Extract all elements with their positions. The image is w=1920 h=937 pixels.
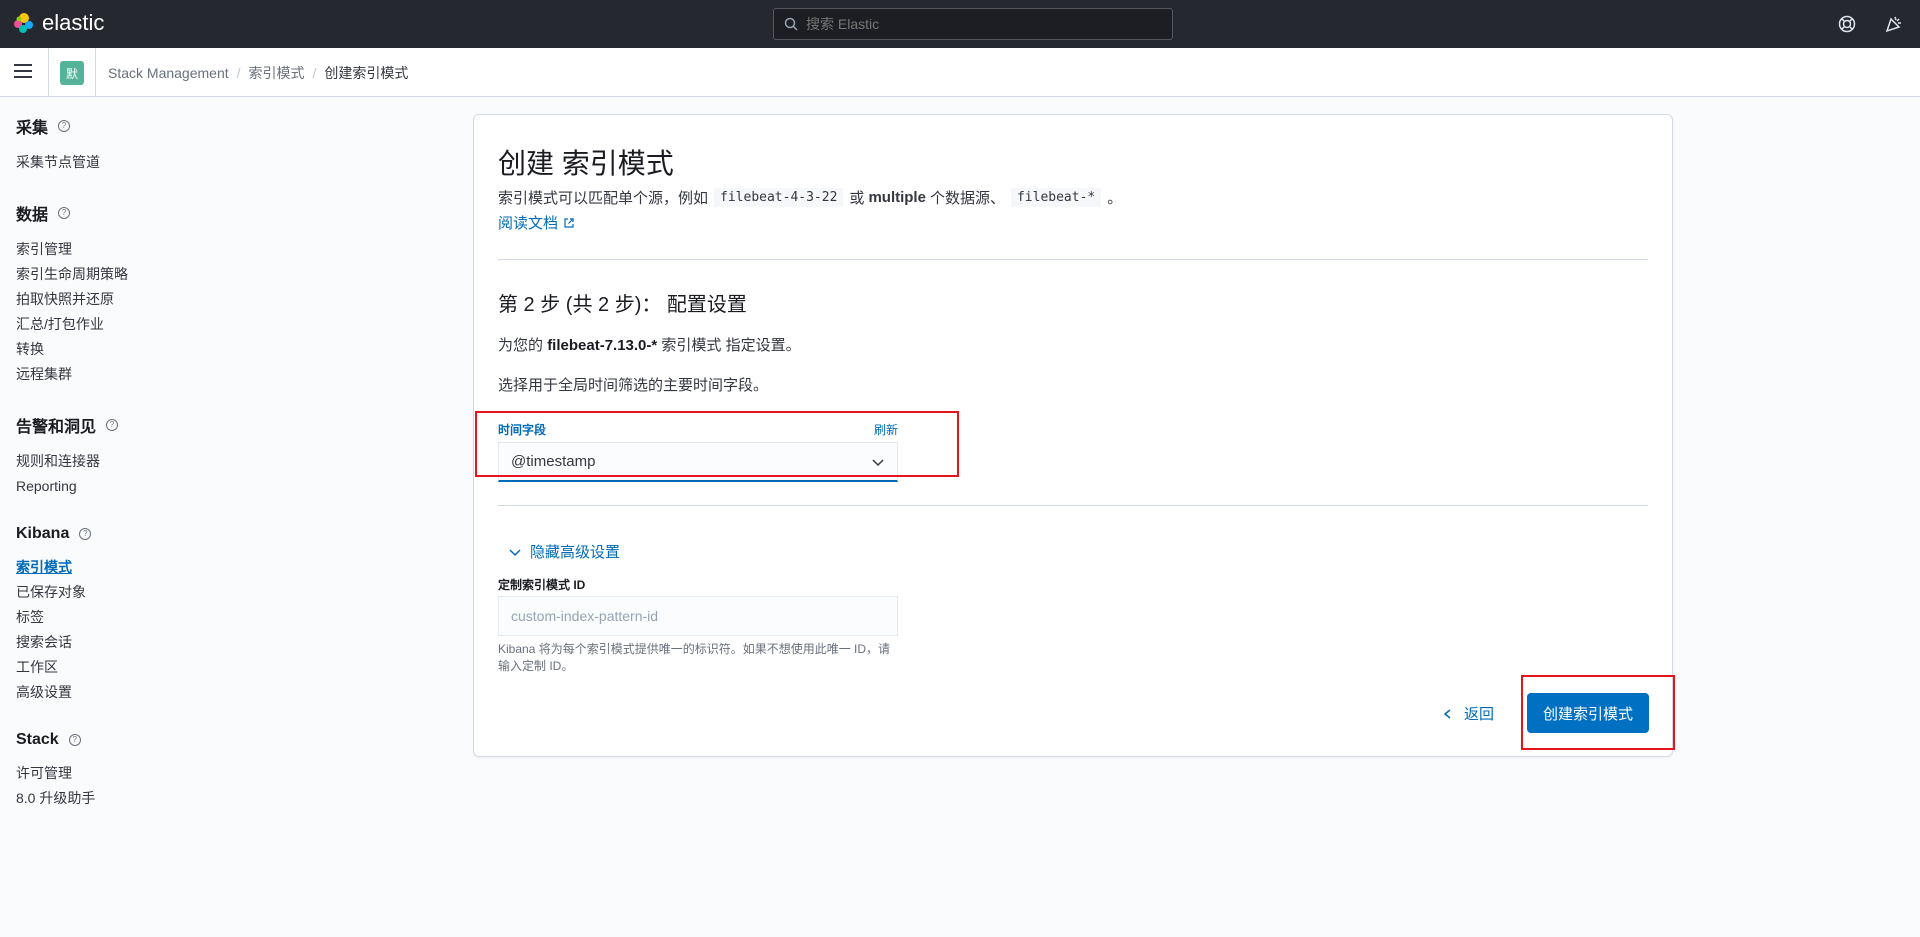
nav-group-data: 数据? 索引管理 索引生命周期策略 拍取快照并还原 汇总/打包作业 转换 远程集…: [16, 201, 336, 387]
desc-end: 。: [1107, 190, 1123, 207]
nav-group-title: 数据?: [16, 201, 336, 225]
page-description: 索引模式可以匹配单个源，例如 filebeat-4-3-22 或 multipl…: [498, 187, 1122, 208]
elastic-logo[interactable]: elastic: [12, 10, 104, 36]
example-code-wildcard: filebeat-*: [1010, 188, 1102, 207]
page-title: 创建 索引模式: [498, 148, 674, 179]
nav-group-title: 告警和洞见?: [16, 413, 336, 437]
custom-id-help-text: Kibana 将为每个索引模式提供唯一的标识符。如果不想使用此唯一 ID，请输入…: [498, 642, 891, 673]
top-header: elastic: [0, 0, 1920, 48]
sidebar-item-rules-connectors[interactable]: 规则和连接器: [16, 449, 336, 474]
desc-or: 或: [849, 190, 865, 207]
sidebar-item-transforms[interactable]: 转换: [16, 337, 336, 362]
read-docs-link[interactable]: 阅读文档: [498, 212, 575, 233]
sidebar-item-ilm-policies[interactable]: 索引生命周期策略: [16, 262, 336, 287]
desc-middle: 个数据源、: [929, 190, 1005, 207]
help-icon[interactable]: ?: [68, 734, 81, 746]
nav-group-alerts: 告警和洞见? 规则和连接器 Reporting: [16, 413, 336, 499]
news-feed-icon[interactable]: [1884, 14, 1904, 34]
index-pattern-name: filebeat-7.13.0-*: [547, 337, 658, 354]
help-icon[interactable]: ?: [58, 120, 71, 132]
global-search[interactable]: [773, 8, 1173, 40]
divider: [498, 505, 1648, 506]
highlight-box-create-button: [1521, 675, 1675, 750]
nav-group-kibana: Kibana? 索引模式 已保存对象 标签 搜索会话 工作区 高级设置: [16, 525, 336, 705]
sidebar-item-upgrade-assistant[interactable]: 8.0 升级助手: [16, 786, 336, 811]
breadcrumb-separator: /: [312, 65, 317, 81]
desc-prefix: 索引模式可以匹配单个源，例如: [498, 190, 709, 207]
search-icon: [784, 17, 798, 31]
custom-id-label: 定制索引模式 ID: [498, 578, 586, 592]
example-code-single: filebeat-4-3-22: [714, 188, 844, 207]
read-docs-label: 阅读文档: [498, 215, 559, 232]
advanced-settings-toggle[interactable]: 隐藏高级设置: [498, 541, 620, 562]
step-title: 第 2 步 (共 2 步)： 配置设置: [498, 294, 747, 316]
search-input[interactable]: [806, 16, 1146, 32]
space-avatar[interactable]: 默: [60, 61, 84, 85]
sidebar-item-ingest-pipelines[interactable]: 采集节点管道: [16, 150, 336, 175]
nav-group-ingest: 采集? 采集节点管道: [16, 114, 336, 175]
advanced-settings-label: 隐藏高级设置: [530, 544, 621, 561]
sidebar-item-saved-objects[interactable]: 已保存对象: [16, 580, 336, 605]
help-menu-icon[interactable]: [1837, 14, 1857, 34]
help-icon[interactable]: ?: [106, 419, 119, 431]
sidebar-item-snapshot-restore[interactable]: 拍取快照并还原: [16, 287, 336, 312]
sidebar-item-license-management[interactable]: 许可管理: [16, 761, 336, 786]
time-field-description: 选择用于全局时间筛选的主要时间字段。: [498, 377, 769, 394]
sidebar-item-spaces[interactable]: 工作区: [16, 655, 336, 680]
create-index-pattern-panel: 创建 索引模式 索引模式可以匹配单个源，例如 filebeat-4-3-22 或…: [473, 114, 1675, 757]
help-icon[interactable]: ?: [58, 207, 71, 219]
sidebar-item-index-management[interactable]: 索引管理: [16, 237, 336, 262]
sidebar-item-tags[interactable]: 标签: [16, 605, 336, 630]
app-name: elastic: [42, 10, 105, 35]
chevron-left-icon: [1443, 708, 1451, 719]
breadcrumb-separator: /: [236, 65, 241, 81]
sidebar-item-remote-clusters[interactable]: 远程集群: [16, 362, 336, 387]
sidebar-item-advanced-settings[interactable]: 高级设置: [16, 680, 336, 705]
breadcrumb-bar: 默 Stack Management / 索引模式 / 创建索引模式: [0, 48, 1920, 97]
step-description: 为您的 filebeat-7.13.0-* 索引模式 指定设置。: [498, 337, 801, 354]
custom-id-input[interactable]: [498, 596, 898, 636]
sidebar-item-search-sessions[interactable]: 搜索会话: [16, 630, 336, 655]
desc-multiple: multiple: [868, 189, 926, 206]
back-button[interactable]: 返回: [1442, 703, 1494, 724]
divider: [95, 48, 96, 96]
elastic-logo-icon: [14, 13, 33, 33]
highlight-box-time-field: [475, 411, 959, 477]
sidebar-item-index-patterns[interactable]: 索引模式: [16, 555, 336, 580]
divider: [48, 48, 49, 96]
breadcrumb-create-index-pattern: 创建索引模式: [324, 65, 409, 81]
sidebar-item-rollup-jobs[interactable]: 汇总/打包作业: [16, 312, 336, 337]
divider: [498, 259, 1648, 260]
back-label: 返回: [1464, 706, 1495, 723]
menu-toggle-icon[interactable]: [14, 64, 32, 80]
nav-group-stack: Stack? 许可管理 8.0 升级助手: [16, 731, 336, 811]
sidebar-item-reporting[interactable]: Reporting: [16, 474, 336, 499]
management-sidebar: 采集? 采集节点管道 数据? 索引管理 索引生命周期策略 拍取快照并还原 汇总/…: [16, 114, 336, 837]
help-icon[interactable]: ?: [79, 528, 92, 540]
external-link-icon: [564, 217, 574, 228]
nav-group-title: Stack?: [16, 731, 336, 749]
breadcrumb: Stack Management / 索引模式 / 创建索引模式: [108, 63, 408, 83]
chevron-down-icon: [509, 548, 521, 556]
nav-group-title: 采集?: [16, 114, 336, 138]
breadcrumb-index-patterns[interactable]: 索引模式: [249, 63, 305, 83]
breadcrumb-stack-management[interactable]: Stack Management: [108, 65, 229, 81]
nav-group-title: Kibana?: [16, 525, 336, 543]
